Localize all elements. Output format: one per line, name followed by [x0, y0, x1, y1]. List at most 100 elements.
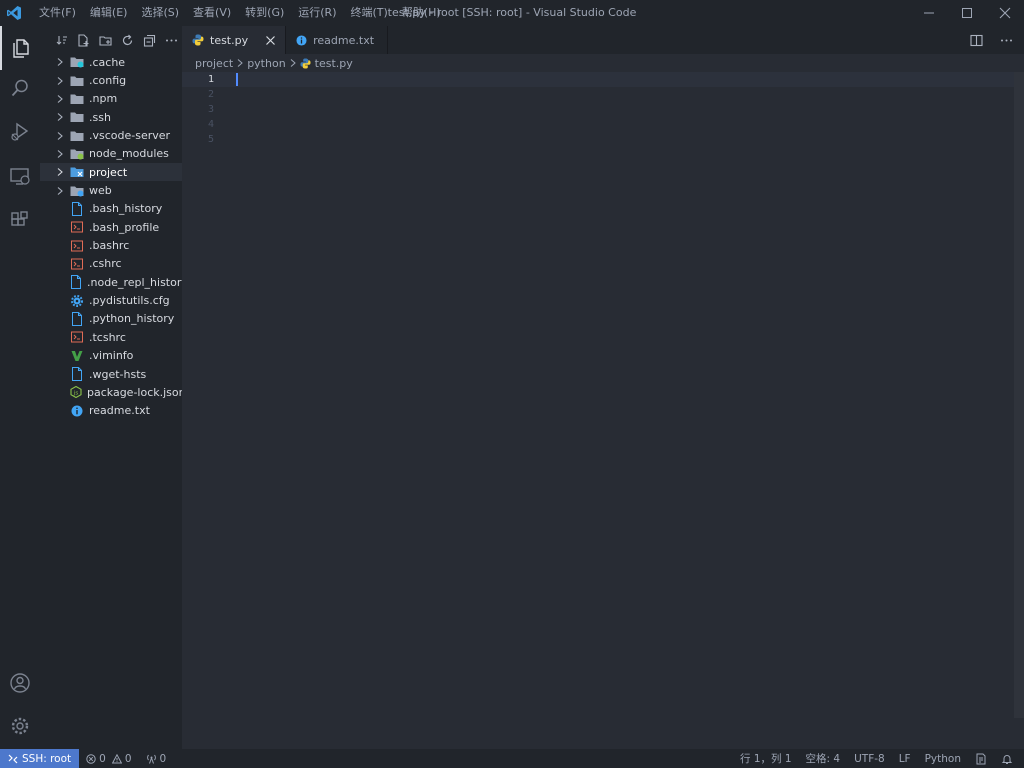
remote-icon [8, 754, 18, 763]
gear-icon [11, 717, 29, 735]
shell-icon [70, 330, 84, 344]
maximize-button[interactable] [948, 0, 986, 26]
menu-file[interactable]: 文件(F) [32, 0, 83, 26]
remote-indicator[interactable]: SSH: root [0, 749, 80, 768]
tree-item-pydistutils-cfg[interactable]: .pydistutils.cfg [40, 291, 182, 309]
new-file-button[interactable] [76, 33, 91, 48]
tree-item-config[interactable]: .config [40, 71, 182, 89]
ports-indicator[interactable]: 0 [139, 753, 174, 765]
run-debug-activity-button[interactable] [0, 110, 40, 154]
chevron-right-icon [52, 76, 68, 85]
maximize-icon [962, 8, 972, 18]
close-window-button[interactable] [986, 0, 1024, 26]
menu-edit[interactable]: 编辑(E) [83, 0, 135, 26]
sort-button[interactable] [54, 33, 69, 48]
close-icon [999, 7, 1011, 19]
extensions-activity-button[interactable] [0, 198, 40, 242]
new-folder-button[interactable] [98, 33, 113, 48]
tree-item-vscode-server[interactable]: .vscode-server [40, 126, 182, 144]
tab-readme-txt[interactable]: readme.txt [286, 26, 389, 54]
editor-scrollbar[interactable] [1014, 72, 1024, 718]
menu-bar: 文件(F) 编辑(E) 选择(S) 查看(V) 转到(G) 运行(R) 终端(T… [32, 0, 448, 26]
line-number: 5 [207, 134, 214, 145]
collapse-all-button[interactable] [142, 33, 157, 48]
breadcrumb-item-test-py[interactable]: test.py [315, 57, 353, 70]
tree-item-readme-txt[interactable]: readme.txt [40, 402, 182, 420]
tree-item-bash-profile[interactable]: .bash_profile [40, 218, 182, 236]
tree-item-cshrc[interactable]: .cshrc [40, 255, 182, 273]
tree-item-web[interactable]: web [40, 181, 182, 199]
shell-icon [70, 220, 84, 234]
feedback-button[interactable] [968, 753, 994, 765]
end-of-line[interactable]: LF [892, 753, 918, 765]
tree-item-ssh[interactable]: .ssh [40, 108, 182, 126]
search-activity-button[interactable] [0, 66, 40, 110]
sort-icon [56, 36, 67, 45]
tree-item-wget-hsts[interactable]: .wget-hsts [40, 365, 182, 383]
account-icon [10, 673, 30, 693]
tab-test-py[interactable]: test.py [182, 26, 287, 54]
tree-item-bash-history[interactable]: .bash_history [40, 200, 182, 218]
indentation[interactable]: 空格: 4 [799, 751, 848, 766]
language-mode[interactable]: Python [918, 753, 968, 765]
menu-help[interactable]: 帮助(H) [395, 0, 448, 26]
tree-item-package-lock-json[interactable]: js package-lock.json [40, 383, 186, 401]
more-actions-button[interactable] [164, 33, 179, 48]
code-line[interactable]: 2 [182, 87, 1024, 102]
code-editor[interactable]: 1 2 3 4 5 [182, 72, 1024, 749]
tree-item-label: .python_history [89, 312, 175, 326]
encoding-label: UTF-8 [854, 752, 885, 765]
tree-item-python-history[interactable]: .python_history [40, 310, 182, 328]
error-count: 0 [99, 752, 106, 765]
menu-view[interactable]: 查看(V) [186, 0, 238, 26]
folder-project-icon [70, 165, 84, 179]
manage-activity-button[interactable] [0, 704, 40, 748]
tree-item-viminfo[interactable]: .viminfo [40, 347, 182, 365]
editor-tabs: test.py readme.txt [182, 26, 1024, 54]
chevron-right-icon [52, 58, 68, 67]
tree-item-node-modules[interactable]: node_modules [40, 145, 182, 163]
minimize-button[interactable] [910, 0, 948, 26]
explorer-activity-button[interactable] [0, 26, 40, 70]
folder-icon [70, 129, 84, 143]
problems-indicator[interactable]: 0 0 [79, 753, 138, 765]
ellipsis-icon [1000, 39, 1012, 41]
code-line[interactable]: 1 [182, 72, 1024, 87]
tree-item-project[interactable]: project [40, 163, 182, 182]
vim-icon [70, 349, 84, 363]
cursor-position-label: 行 1，列 1 [739, 753, 792, 765]
cursor-position[interactable]: 行 1，列 1 [733, 751, 799, 766]
python-icon [300, 57, 311, 69]
menu-selection[interactable]: 选择(S) [134, 0, 186, 26]
menu-go[interactable]: 转到(G) [238, 0, 291, 26]
tree-item-label: .bashrc [89, 239, 130, 253]
notifications-button[interactable] [994, 753, 1020, 765]
code-line[interactable]: 5 [182, 132, 1024, 147]
chevron-right-icon [52, 186, 68, 195]
tree-item-cache[interactable]: .cache [40, 53, 182, 71]
tree-item-label: .viminfo [89, 349, 134, 363]
chevron-right-icon [52, 113, 68, 122]
editor-more-actions-button[interactable] [994, 28, 1018, 52]
close-tab-button[interactable] [266, 35, 276, 45]
tree-item-label: .npm [89, 92, 118, 106]
tree-item-npm[interactable]: .npm [40, 90, 182, 108]
tree-item-node-repl-history[interactable]: .node_repl_history [40, 273, 188, 291]
split-editor-button[interactable] [964, 28, 988, 52]
accounts-activity-button[interactable] [0, 661, 40, 705]
breadcrumb-item-python[interactable]: python [247, 57, 285, 70]
breadcrumb-item-project[interactable]: project [195, 57, 233, 70]
eol-label: LF [898, 752, 911, 765]
line-number: 2 [207, 89, 214, 100]
status-bar: SSH: root 0 0 0 行 1，列 1 空格: 4 UTF-8 LF P… [0, 749, 1024, 768]
tree-item-bashrc[interactable]: .bashrc [40, 236, 182, 254]
menu-run[interactable]: 运行(R) [291, 0, 343, 26]
code-line[interactable]: 3 [182, 102, 1024, 117]
menu-terminal[interactable]: 终端(T) [344, 0, 395, 26]
code-line[interactable]: 4 [182, 117, 1024, 132]
refresh-button[interactable] [120, 33, 135, 48]
files-icon [13, 39, 29, 58]
tree-item-tcshrc[interactable]: .tcshrc [40, 328, 182, 346]
encoding[interactable]: UTF-8 [847, 753, 892, 765]
remote-explorer-activity-button[interactable] [0, 154, 40, 198]
